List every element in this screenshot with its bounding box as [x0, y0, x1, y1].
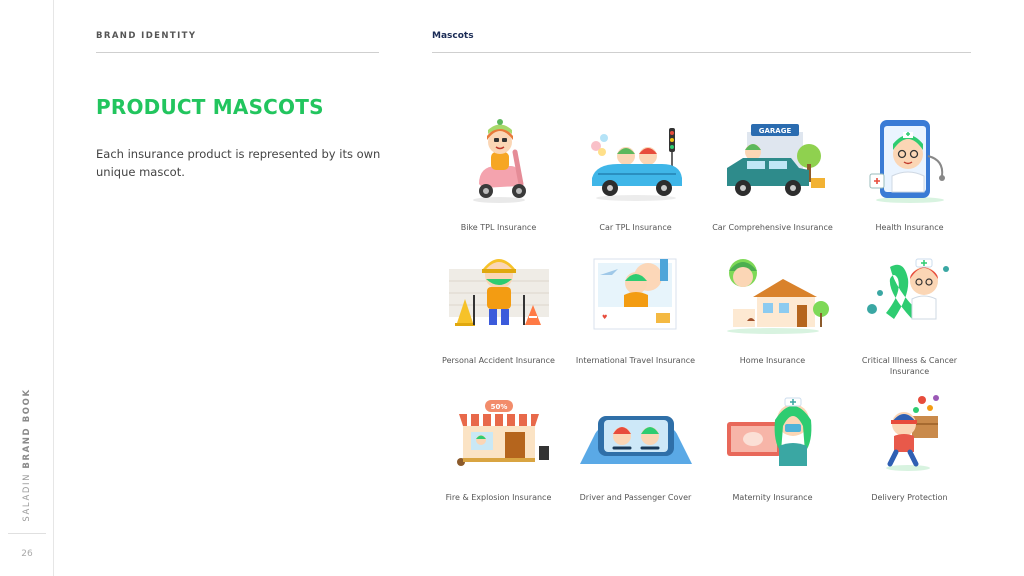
- convertible-car-mascot-icon: [571, 112, 701, 210]
- mascot-caption: Bike TPL Insurance: [460, 223, 537, 232]
- doctor-phone-mascot-icon: [845, 112, 975, 210]
- ribbon-nurse-mascot-icon: [845, 245, 975, 343]
- mascot-card: Critical Illness & Cancer Insurance: [841, 245, 978, 382]
- mascot-card: Health Insurance: [841, 112, 978, 245]
- mascot-caption: Personal Accident Insurance: [442, 356, 555, 365]
- side-divider: [8, 533, 46, 534]
- mascot-caption: Driver and Passenger Cover: [579, 493, 692, 502]
- mascot-caption: International Travel Insurance: [575, 356, 696, 365]
- postcard-heart-icon: ♥: [602, 314, 607, 321]
- mascot-card: ♥ International Travel Insurance: [567, 245, 704, 382]
- garage-sign: GARAGE: [758, 127, 791, 135]
- page-title: PRODUCT MASCOTS: [96, 95, 324, 119]
- subsection-label: Mascots: [432, 31, 474, 41]
- mascot-card: Delivery Protection: [841, 382, 978, 515]
- mascot-card: Car TPL Insurance: [567, 112, 704, 245]
- mascot-caption: Health Insurance: [875, 223, 944, 232]
- ultrasound-nurse-mascot-icon: [708, 382, 838, 480]
- page-number: 26: [21, 549, 33, 559]
- shopfront-mascot-icon: 50%: [434, 382, 564, 480]
- mascot-grid: Bike TPL Insurance Car TPL Insurance GAR…: [430, 112, 976, 515]
- header-rule-left: [96, 52, 379, 53]
- construction-worker-mascot-icon: [434, 245, 564, 343]
- car-interior-mascot-icon: [571, 382, 701, 480]
- mascot-card: 50% Fire & Explosion Insurance: [430, 382, 567, 515]
- scooter-mascot-icon: [434, 112, 564, 210]
- page-description: Each insurance product is represented by…: [96, 147, 381, 179]
- mascot-caption: Home Insurance: [739, 356, 806, 365]
- house-mascot-icon: [708, 245, 838, 343]
- section-label: BRAND IDENTITY: [96, 31, 197, 41]
- garage-jeep-mascot-icon: GARAGE: [708, 112, 838, 210]
- mascot-card: Personal Accident Insurance: [430, 245, 567, 382]
- mascot-caption: Car TPL Insurance: [599, 223, 672, 232]
- delivery-box-mascot-icon: [845, 382, 975, 480]
- mascot-card: Bike TPL Insurance: [430, 112, 567, 245]
- mascot-card: Home Insurance: [704, 245, 841, 382]
- sale-sign: 50%: [490, 403, 507, 411]
- travel-postcard-mascot-icon: ♥: [571, 245, 701, 343]
- mascot-card: Maternity Insurance: [704, 382, 841, 515]
- mascot-card: Driver and Passenger Cover: [567, 382, 704, 515]
- mascot-card: GARAGE Car Comprehensive Insurance: [704, 112, 841, 245]
- mascot-caption: Critical Illness & Cancer Insurance: [861, 356, 958, 376]
- brand-book-vertical-label: SALADIN BRAND BOOK: [22, 388, 32, 522]
- mascot-caption: Maternity Insurance: [732, 493, 813, 502]
- mascot-caption: Car Comprehensive Insurance: [712, 223, 833, 232]
- mascot-caption: Delivery Protection: [871, 493, 948, 502]
- mascot-caption: Fire & Explosion Insurance: [445, 493, 552, 502]
- header-rule-right: [432, 52, 971, 53]
